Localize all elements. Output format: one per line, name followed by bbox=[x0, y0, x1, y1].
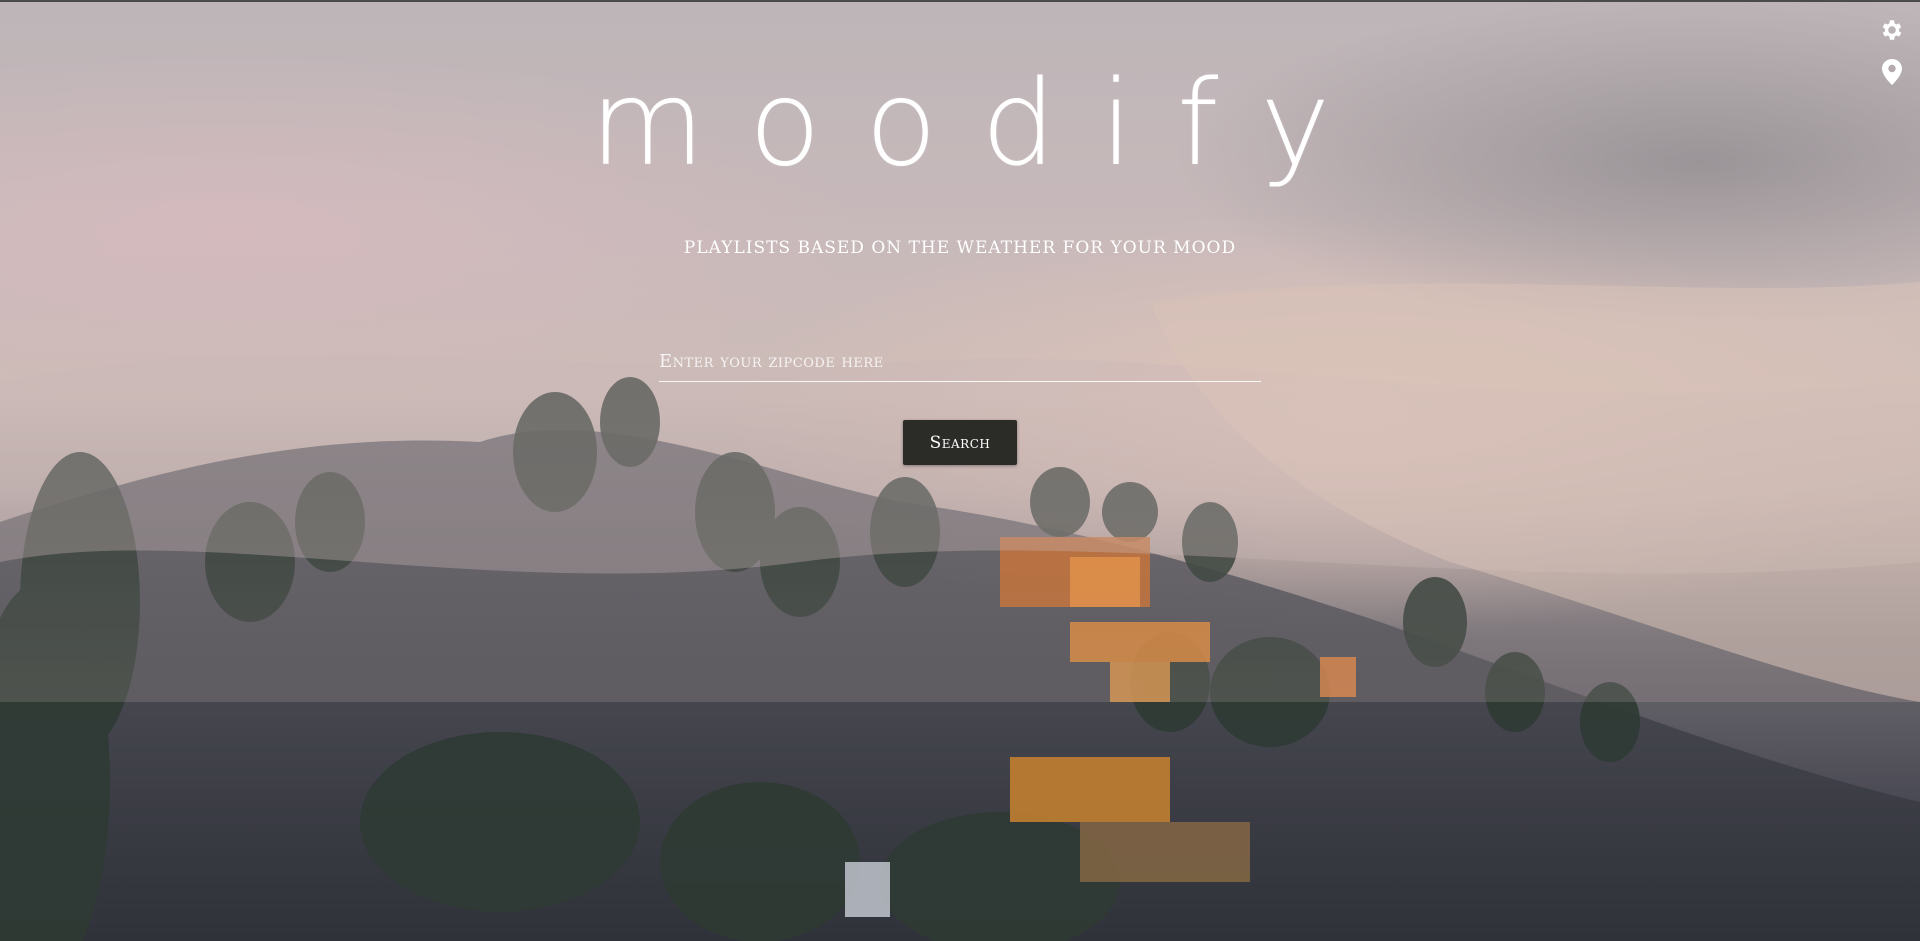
zipcode-input[interactable] bbox=[659, 342, 1261, 382]
page: moodify PLAYLISTS BASED ON THE WEATHER F… bbox=[0, 0, 1920, 941]
tagline: PLAYLISTS BASED ON THE WEATHER FOR YOUR … bbox=[683, 238, 1237, 258]
settings-button[interactable] bbox=[1878, 16, 1906, 44]
app-logo-title: moodify bbox=[589, 54, 1375, 192]
gear-icon bbox=[1882, 20, 1902, 40]
search-button-row: Search bbox=[0, 420, 1920, 465]
zipcode-search-form bbox=[659, 342, 1261, 382]
search-button[interactable]: Search bbox=[903, 420, 1017, 465]
